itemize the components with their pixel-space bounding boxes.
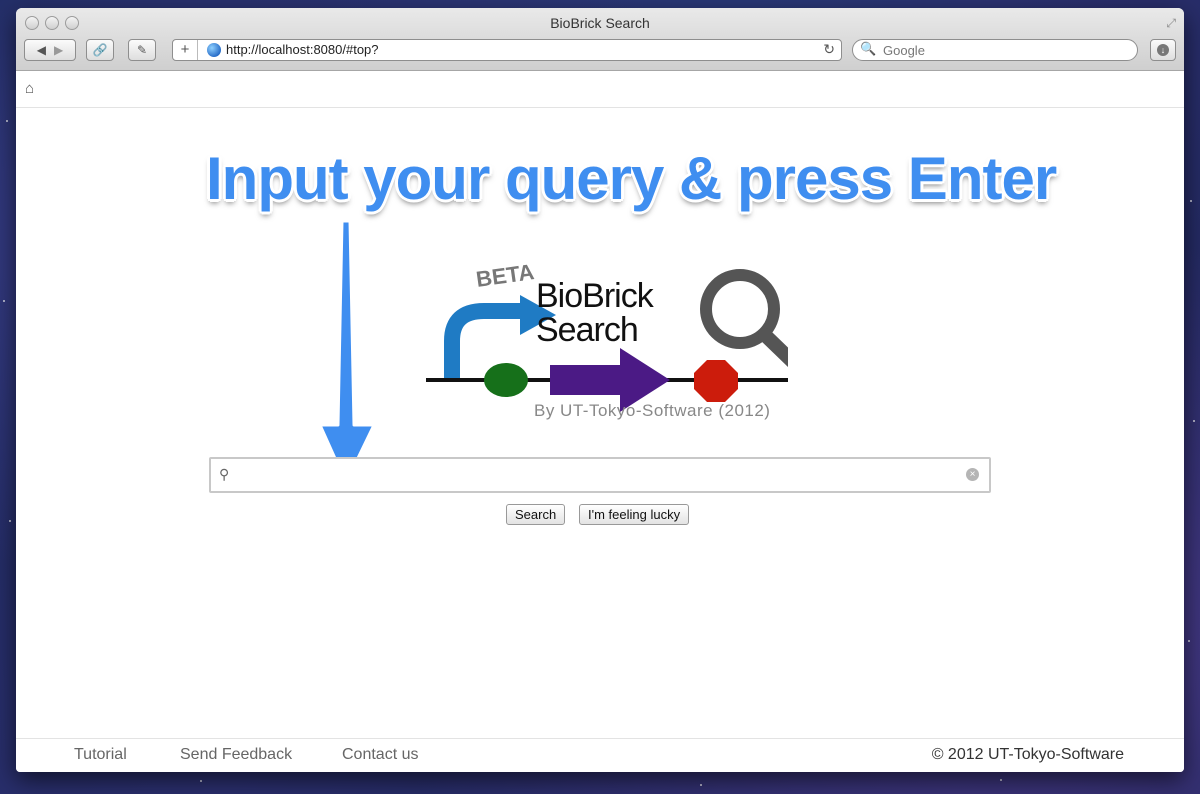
biobrick-logo: BETA BioBrick Search By UT-Tokyo-Softwar… <box>408 253 788 433</box>
search-icon: ⚲ <box>219 466 230 482</box>
query-search-box[interactable]: ⚲ × <box>209 457 991 493</box>
address-bar[interactable]: + http://localhost:8080/#top? ↻ <box>172 39 842 61</box>
web-search-field[interactable]: 🔍 Google <box>852 39 1138 61</box>
logo-byline: By UT-Tokyo-Software (2012) <box>534 401 771 420</box>
instruction-annotation: Input your query & press Enter <box>206 145 1057 212</box>
url-text[interactable]: http://localhost:8080/#top? <box>226 42 379 57</box>
title-bar: BioBrick Search ⤢ ◀ ▶ 🔗 ✎ + http://local… <box>16 8 1184 71</box>
footer-copyright: © 2012 UT-Tokyo-Software <box>931 746 1124 763</box>
reload-icon[interactable]: ↻ <box>823 41 835 58</box>
footer-link-send-feedback[interactable]: Send Feedback <box>180 746 292 764</box>
search-button[interactable]: Search <box>506 504 566 525</box>
feeling-lucky-button[interactable]: I'm feeling lucky <box>579 504 690 525</box>
footer-link-tutorial[interactable]: Tutorial <box>74 746 127 764</box>
downloads-button[interactable]: ↓ <box>1150 39 1176 61</box>
logo-title-line2: Search <box>536 311 639 349</box>
window-title: BioBrick Search <box>550 15 650 31</box>
query-input[interactable] <box>239 465 963 487</box>
add-bookmark-icon[interactable]: + <box>173 40 198 60</box>
annotation-arrow <box>318 219 376 485</box>
forward-icon[interactable]: ▶ <box>54 43 63 57</box>
evernote-icon[interactable]: ✎ <box>128 39 156 61</box>
globe-icon <box>207 43 221 57</box>
page-footer: Tutorial Send Feedback Contact us © 2012… <box>16 738 1184 772</box>
home-icon[interactable]: ⌂ <box>25 80 34 97</box>
search-icon: 🔍 <box>860 41 877 56</box>
fullscreen-icon[interactable]: ⤢ <box>1166 16 1176 31</box>
footer-link-contact-us[interactable]: Contact us <box>342 746 418 764</box>
web-search-placeholder: Google <box>883 43 925 58</box>
download-icon: ↓ <box>1157 44 1169 56</box>
site-navbar: ⌂ <box>16 71 1184 108</box>
back-forward-buttons: ◀ ▶ <box>24 39 76 61</box>
browser-window: BioBrick Search ⤢ ◀ ▶ 🔗 ✎ + http://local… <box>16 8 1184 772</box>
back-icon[interactable]: ◀ <box>37 43 46 57</box>
clear-icon[interactable]: × <box>966 468 979 481</box>
browser-toolbar: ◀ ▶ 🔗 ✎ + http://localhost:8080/#top? ↻ … <box>24 39 1176 63</box>
link-icon[interactable]: 🔗 <box>86 39 114 61</box>
